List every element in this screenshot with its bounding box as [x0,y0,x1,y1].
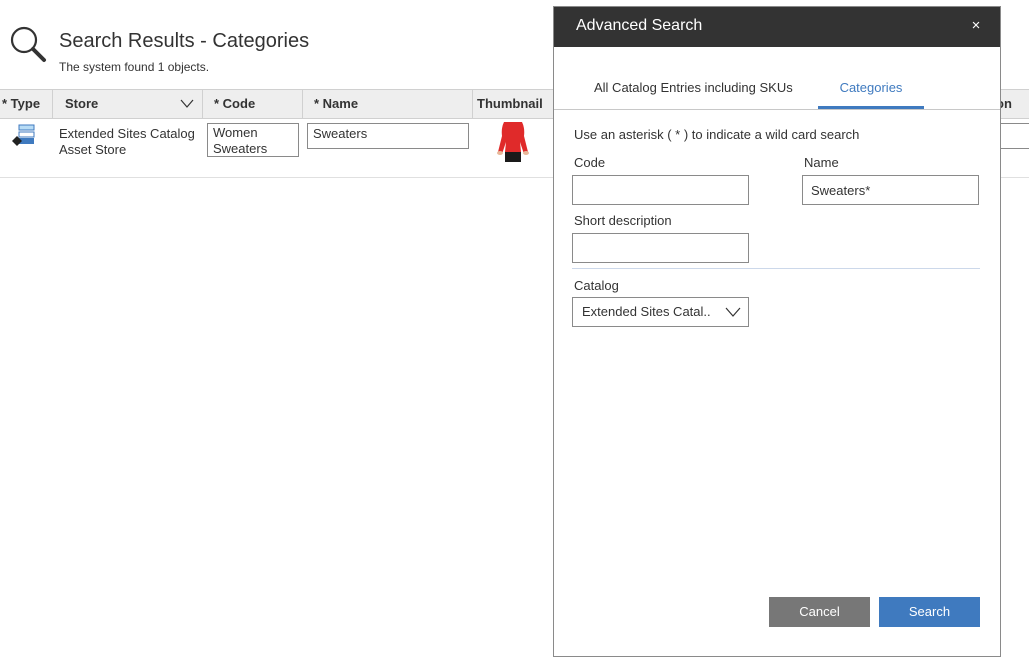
dialog-header: Advanced Search × [554,7,1000,47]
wildcard-hint: Use an asterisk ( * ) to indicate a wild… [574,127,860,142]
catalog-select[interactable]: Extended Sites Catal.. [572,297,749,327]
column-header-type[interactable]: * Type [0,90,53,118]
search-button[interactable]: Search [879,597,980,627]
code-label: Code [574,155,606,170]
store-line-1: Extended Sites Catalog [59,126,195,141]
code-line-2: Sweaters [213,141,268,156]
column-header-thumbnail[interactable]: Thumbnail [473,90,563,118]
column-header-name[interactable]: * Name [303,90,473,118]
search-icon [10,26,46,62]
code-cell-input[interactable]: Women Sweaters [207,123,299,157]
store-line-2: Asset Store [59,142,127,157]
name-label: Name [804,155,839,170]
description-cell-input[interactable] [1000,123,1029,149]
search-tabs: All Catalog Entries including SKUs Categ… [554,75,1000,110]
advanced-search-dialog: Advanced Search × All Catalog Entries in… [553,6,1001,657]
page-title: Search Results - Categories [59,30,310,52]
cancel-button[interactable]: Cancel [769,597,870,627]
store-cell: Extended Sites Catalog Asset Store [59,126,195,158]
results-count: The system found 1 objects. [59,60,210,74]
chevron-down-icon [725,307,741,317]
code-input[interactable] [572,175,749,205]
name-input[interactable] [802,175,979,205]
short-description-input[interactable] [572,233,749,263]
dialog-title: Advanced Search [576,17,703,34]
close-icon: × [971,17,981,34]
tab-all-catalog-entries[interactable]: All Catalog Entries including SKUs [594,75,793,109]
catalog-label: Catalog [574,278,619,293]
column-header-store[interactable]: Store [53,90,203,118]
catalog-selected-value: Extended Sites Catal.. [582,304,711,319]
thumbnail-image[interactable] [490,122,536,162]
tab-categories[interactable]: Categories [818,75,924,109]
short-description-label: Short description [574,213,672,228]
column-header-code[interactable]: * Code [203,90,303,118]
code-line-1: Women [213,125,258,140]
name-cell-input[interactable]: Sweaters [307,123,469,149]
close-button[interactable]: × [968,18,984,34]
category-icon [12,124,35,146]
column-header-store-label: Store [65,96,99,111]
chevron-down-icon[interactable] [180,99,194,108]
divider [572,268,980,269]
